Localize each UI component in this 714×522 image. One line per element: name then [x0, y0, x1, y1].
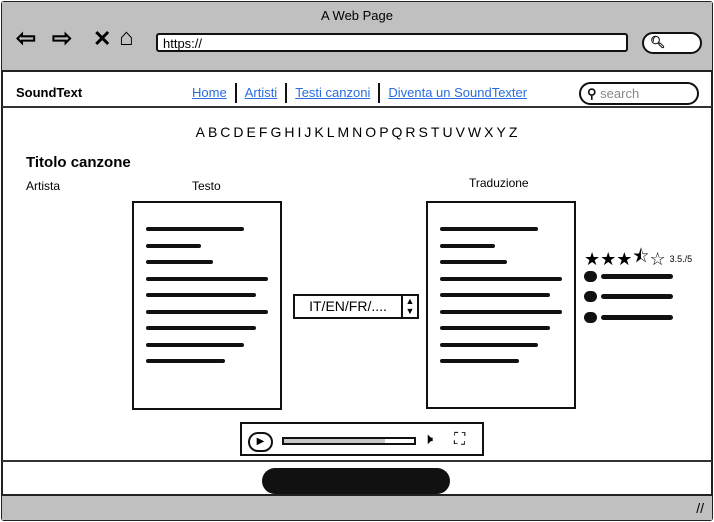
progress-fill — [284, 439, 386, 443]
comment-item — [584, 271, 673, 282]
letter-link[interactable]: O — [365, 124, 377, 140]
comment-icon — [584, 291, 597, 302]
letter-link[interactable]: F — [259, 124, 269, 140]
play-icon[interactable]: ▶ — [248, 432, 273, 452]
language-select[interactable]: IT/EN/FR/.... ▲ ▼ — [293, 294, 419, 319]
search-placeholder: search — [600, 86, 640, 101]
letter-link[interactable]: U — [442, 124, 453, 140]
letter-link[interactable]: C — [220, 124, 231, 140]
letter-link[interactable]: J — [304, 124, 312, 140]
letter-link[interactable]: Y — [496, 124, 506, 140]
comment-item — [584, 291, 673, 302]
browser-chrome: A Web Page ⇦ ⇨ ✕ ⌂ https:// 🔍︎ — [2, 2, 712, 72]
alphabet-index: ABCDEFGHIJKLMNOPQRSTUVWXYZ — [0, 124, 714, 140]
letter-link[interactable]: M — [338, 124, 351, 140]
translation-box — [426, 201, 576, 409]
search-input[interactable]: ⚲ search — [579, 82, 699, 105]
comment-icon — [584, 271, 597, 282]
search-icon: 🔍︎ — [650, 35, 666, 49]
letter-link[interactable]: V — [456, 124, 466, 140]
comment-icon — [584, 312, 597, 323]
star-empty-icon[interactable]: ☆ — [649, 249, 665, 270]
main-nav: Home Artisti Testi canzoni Diventa un So… — [192, 83, 535, 103]
artist-label[interactable]: Artista — [26, 179, 60, 193]
volume-icon[interactable]: 🕨 — [423, 431, 433, 449]
letter-link[interactable]: S — [419, 124, 429, 140]
letter-link[interactable]: W — [468, 124, 482, 140]
nav-diventa-soundtexter[interactable]: Diventa un SoundTexter — [378, 83, 535, 103]
letter-link[interactable]: T — [431, 124, 441, 140]
lyrics-box — [132, 201, 282, 410]
footer-divider — [2, 460, 712, 462]
progress-slider[interactable] — [282, 437, 416, 445]
fullscreen-icon[interactable]: ⛶ — [454, 431, 465, 449]
letter-link[interactable]: Z — [509, 124, 519, 140]
nav-home[interactable]: Home — [192, 83, 235, 103]
site-header: SoundText Home Artisti Testi canzoni Div… — [2, 74, 712, 108]
search-icon: ⚲ — [587, 86, 597, 101]
spinner-icon[interactable]: ▲ ▼ — [401, 296, 417, 317]
song-title: Titolo canzone — [26, 154, 131, 171]
letter-link[interactable]: X — [484, 124, 494, 140]
rating-label: 3.5./5 — [669, 254, 693, 264]
star-full-icon[interactable]: ★ — [584, 249, 600, 270]
letter-link[interactable]: R — [405, 124, 416, 140]
footer-text — [262, 468, 450, 494]
star-full-icon[interactable]: ★ — [600, 249, 616, 270]
lyrics-label: Testo — [192, 179, 221, 193]
letter-link[interactable]: I — [297, 124, 302, 140]
letter-link[interactable]: D — [233, 124, 244, 140]
window-title: A Web Page — [320, 8, 394, 23]
resize-grip-icon[interactable]: // — [696, 500, 704, 516]
letter-link[interactable]: G — [270, 124, 282, 140]
forward-arrow-icon[interactable]: ⇨ — [52, 24, 72, 53]
star-full-icon[interactable]: ★ — [616, 249, 632, 270]
letter-link[interactable]: B — [208, 124, 218, 140]
close-icon[interactable]: ✕ — [93, 26, 111, 52]
rating[interactable]: ★ ★ ★ ⯪ ☆ 3.5./5 — [584, 244, 692, 274]
audio-player: ▶ 🕨 ⛶ — [240, 422, 484, 456]
letter-link[interactable]: K — [314, 124, 324, 140]
translation-label: Traduzione — [469, 176, 529, 190]
letter-link[interactable]: E — [247, 124, 257, 140]
star-half-icon[interactable]: ⯪ — [632, 244, 649, 274]
comment-item — [584, 312, 673, 323]
letter-link[interactable]: N — [352, 124, 363, 140]
home-icon[interactable]: ⌂ — [119, 24, 134, 52]
url-bar[interactable]: https:// — [156, 33, 628, 52]
nav-artisti[interactable]: Artisti — [234, 83, 286, 103]
browser-search-button[interactable]: 🔍︎ — [642, 32, 702, 54]
letter-link[interactable]: H — [284, 124, 295, 140]
back-arrow-icon[interactable]: ⇦ — [16, 24, 36, 53]
nav-testi-canzoni[interactable]: Testi canzoni — [285, 83, 378, 103]
letter-link[interactable]: A — [196, 124, 206, 140]
letter-link[interactable]: L — [327, 124, 336, 140]
site-logo[interactable]: SoundText — [16, 85, 82, 100]
letter-link[interactable]: Q — [392, 124, 404, 140]
letter-link[interactable]: P — [379, 124, 389, 140]
language-select-value: IT/EN/FR/.... — [309, 298, 387, 314]
status-bar: // — [2, 494, 712, 520]
